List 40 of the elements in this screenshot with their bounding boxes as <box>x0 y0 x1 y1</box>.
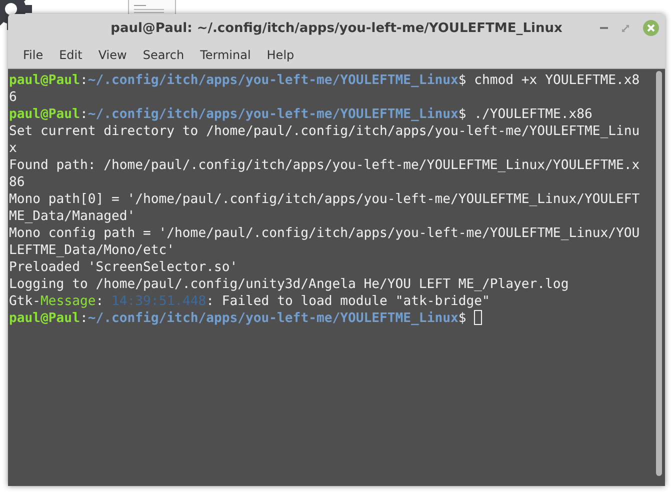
menu-item[interactable]: Help <box>258 48 302 62</box>
close-icon[interactable] <box>643 20 659 36</box>
prompt-path: ~/.config/itch/apps/you-left-me/YOULEFTME_Linux <box>88 72 458 89</box>
terminal-text: Set current directory to /home/paul/.config/itch/apps/you-left-me/YOULEFTME_Linu <box>9 123 640 140</box>
window-title: paul@Paul: ~/.config/itch/apps/you-left-me/YOULEFTME_Linux <box>110 20 562 36</box>
menu-item[interactable]: Terminal <box>192 48 259 62</box>
maximize-icon[interactable] <box>622 24 629 32</box>
menu-item[interactable]: Edit <box>51 48 90 62</box>
minimize-icon[interactable] <box>600 27 608 29</box>
prompt-path: ~/.config/itch/apps/you-left-me/YOULEFTME_Linux <box>88 106 458 123</box>
terminal-text: $ <box>458 310 468 327</box>
prompt-user: paul@Paul <box>9 72 80 89</box>
terminal-text: 6 <box>9 89 17 106</box>
text-cursor <box>474 310 482 325</box>
terminal-text: : <box>96 293 105 310</box>
terminal-text: Gtk- <box>9 293 41 310</box>
terminal-text: : <box>80 310 88 327</box>
terminal-text: : <box>80 72 88 89</box>
terminal-text: Preloaded 'ScreenSelector.so' <box>9 259 238 276</box>
scrollbar-thumb[interactable] <box>656 71 662 476</box>
terminal-text: x <box>9 140 17 157</box>
terminal-text: $ chmod +x YOULEFTME.x8 <box>458 72 640 89</box>
terminal-text: Mono config path = '/home/paul/.config/itch/apps/you-left-me/YOULEFTME_Linux/YOU <box>9 225 640 242</box>
timestamp: 14:39:51.448 <box>112 293 206 310</box>
menu-item[interactable]: View <box>90 48 135 62</box>
message-label: Message <box>40 293 96 310</box>
prompt-path: ~/.config/itch/apps/you-left-me/YOULEFTME_Linux <box>88 310 458 327</box>
prompt-user: paul@Paul <box>9 106 80 123</box>
menu-item[interactable]: Search <box>134 48 192 62</box>
terminal-text: Found path: /home/paul/.config/itch/apps/you-left-me/YOULEFTME_Linux/YOULEFTME.x <box>9 157 640 174</box>
terminal-text: $ ./YOULEFTME.x86 <box>458 106 592 123</box>
terminal-text: Mono path[0] = '/home/paul/.config/itch/apps/you-left-me/YOULEFTME_Linux/YOULEFT <box>9 191 640 208</box>
terminal-text: : <box>80 106 88 123</box>
terminal-text: 86 <box>9 174 25 191</box>
terminal-text: LEFTME_Data/Mono/etc' <box>9 242 175 259</box>
menu-item[interactable]: File <box>15 48 52 62</box>
terminal-text: : Failed to load module "atk-bridge" <box>206 293 490 310</box>
terminal-text: ME_Data/Managed' <box>9 208 136 225</box>
terminal-text: Logging to /home/paul/.config/unity3d/Angela He/YOU LEFT ME_/Player.log <box>9 276 569 293</box>
prompt-user: paul@Paul <box>9 310 80 327</box>
